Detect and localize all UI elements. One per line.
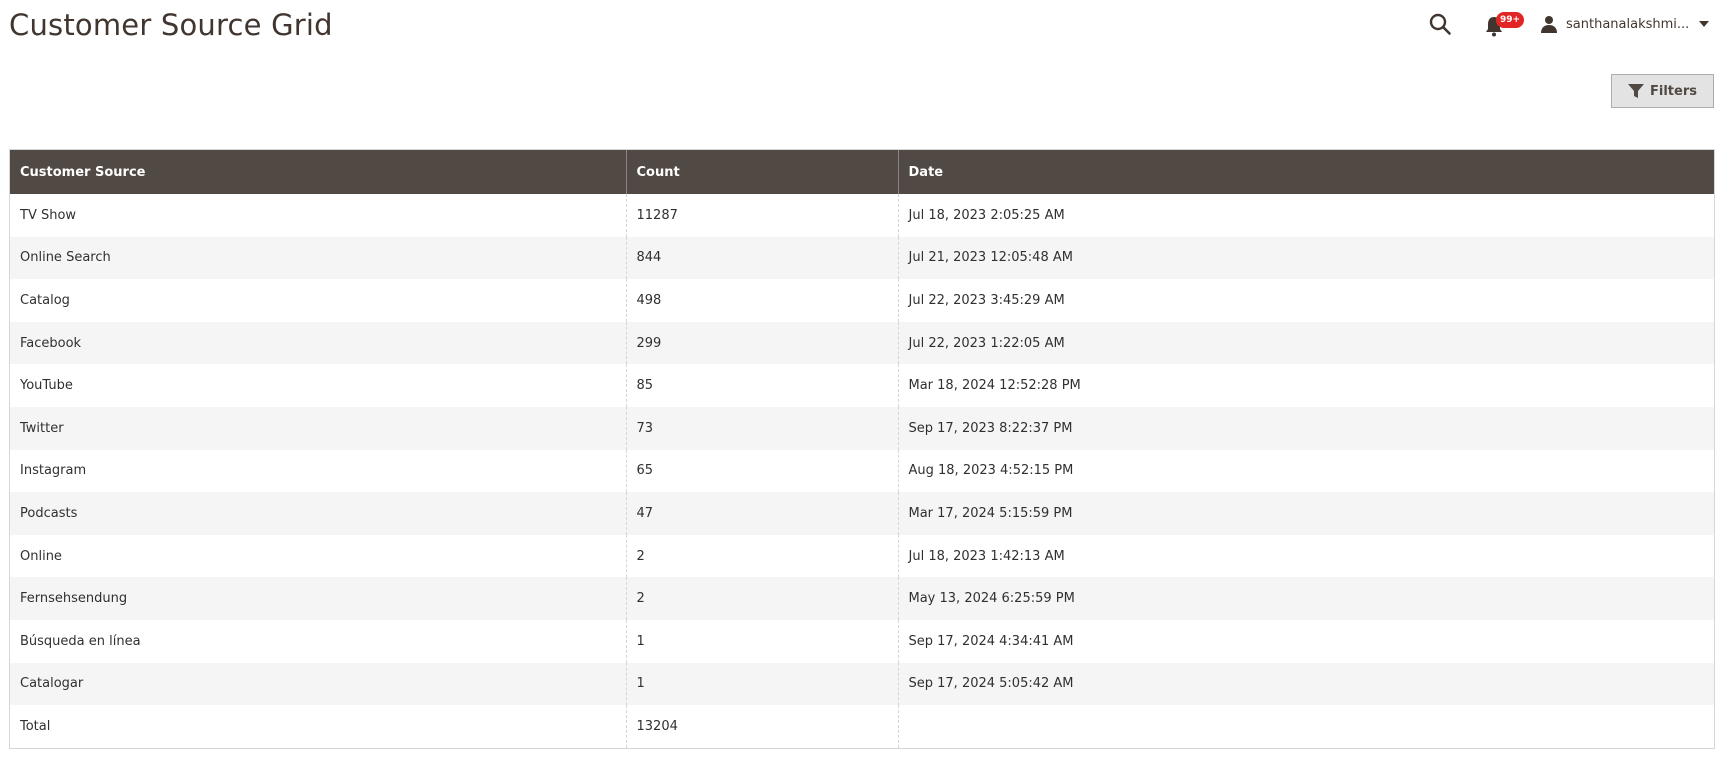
cell-count: 299 — [626, 321, 899, 365]
cell-source: Podcasts — [10, 492, 627, 535]
cell-source: Instagram — [10, 449, 627, 493]
column-header-count[interactable]: Count — [626, 150, 899, 194]
cell-date: Jul 22, 2023 1:22:05 AM — [898, 321, 1714, 365]
user-account-menu[interactable]: santhanalakshmi... — [1540, 10, 1710, 38]
filters-label: Filters — [1650, 83, 1697, 99]
filter-icon — [1628, 84, 1644, 98]
data-table: Customer Source Count Date TV Show 11287… — [10, 150, 1714, 748]
notification-badge: 99+ — [1496, 12, 1525, 28]
cell-count: 1 — [626, 662, 899, 706]
cell-count: 11287 — [626, 194, 899, 237]
table-row[interactable]: Instagram 65 Aug 18, 2023 4:52:15 PM — [10, 449, 1714, 493]
total-label: Total — [10, 705, 627, 748]
cell-source: YouTube — [10, 364, 627, 407]
cell-date: Sep 17, 2023 8:22:37 PM — [898, 406, 1714, 450]
table-total-row: Total 13204 — [10, 705, 1714, 748]
cell-source: Online Search — [10, 236, 627, 280]
page-title: Customer Source Grid — [9, 8, 333, 42]
cell-source: Catalogar — [10, 662, 627, 706]
cell-date: Mar 18, 2024 12:52:28 PM — [908, 378, 1081, 394]
cell-date: Aug 18, 2023 4:52:15 PM — [908, 463, 1074, 479]
cell-count: 47 — [626, 492, 899, 535]
caret-down-icon — [1699, 21, 1710, 27]
cell-count: 844 — [626, 236, 899, 280]
filters-button[interactable]: Filters — [1611, 74, 1714, 108]
cell-date: Jul 22, 2023 3:45:29 AM — [908, 292, 1065, 308]
cell-date: Sep 17, 2024 4:34:41 AM — [908, 633, 1074, 649]
cell-count: 65 — [626, 449, 899, 493]
cell-source: Catalog — [10, 279, 627, 322]
column-header-date[interactable]: Date — [898, 150, 1714, 194]
cell-count: 85 — [626, 364, 899, 407]
cell-source: Online — [10, 534, 627, 578]
cell-source: Fernsehsendung — [10, 577, 627, 620]
total-date — [898, 705, 1714, 748]
cell-date: May 13, 2024 6:25:59 PM — [898, 577, 1714, 620]
table-row[interactable]: Online 2 Jul 18, 2023 1:42:13 AM — [10, 534, 1714, 578]
cell-date: Jul 18, 2023 2:05:25 AM — [908, 207, 1065, 223]
cell-date: Sep 17, 2024 5:05:42 AM — [898, 662, 1714, 706]
user-name: santhanalakshmi... — [1566, 16, 1690, 32]
table-row[interactable]: Catalogar 1 Sep 17, 2024 5:05:42 AM — [10, 662, 1714, 706]
table-row[interactable]: Twitter 73 Sep 17, 2023 8:22:37 PM — [10, 406, 1714, 450]
cell-date: Mar 17, 2024 5:15:59 PM — [898, 492, 1714, 535]
table-header-row: Customer Source Count Date — [10, 150, 1714, 194]
cell-count: 1 — [626, 619, 899, 663]
search-icon — [1429, 13, 1451, 35]
cell-source: TV Show — [10, 194, 627, 237]
table-row[interactable]: Búsqueda en línea 1 Sep 17, 2024 4:34:41… — [10, 619, 1714, 663]
total-count: 13204 — [626, 705, 899, 748]
cell-count: 2 — [626, 577, 899, 620]
table-row[interactable]: Podcasts 47 Mar 17, 2024 5:15:59 PM — [10, 492, 1714, 535]
column-header-customer-source[interactable]: Customer Source — [10, 150, 627, 194]
customer-source-grid: Customer Source Count Date TV Show 11287… — [9, 149, 1715, 749]
table-row[interactable]: TV Show 11287 Jul 18, 2023 2:05:25 AM — [10, 194, 1714, 237]
cell-source: Búsqueda en línea — [10, 619, 627, 663]
cell-date: Jul 21, 2023 12:05:48 AM — [898, 236, 1714, 280]
search-button[interactable] — [1428, 12, 1456, 40]
cell-source: Facebook — [10, 321, 627, 365]
cell-date: Jul 18, 2023 1:42:13 AM — [908, 548, 1065, 564]
cell-source: Twitter — [10, 406, 627, 450]
table-row[interactable]: Online Search 844 Jul 21, 2023 12:05:48 … — [10, 236, 1714, 280]
table-row[interactable]: Fernsehsendung 2 May 13, 2024 6:25:59 PM — [10, 577, 1714, 620]
table-row[interactable]: Facebook 299 Jul 22, 2023 1:22:05 AM — [10, 321, 1714, 365]
cell-count: 2 — [626, 534, 899, 578]
cell-count: 498 — [626, 279, 899, 322]
table-row[interactable]: Catalog 498 Jul 22, 2023 3:45:29 AM — [10, 279, 1714, 322]
cell-count: 73 — [626, 406, 899, 450]
user-icon — [1541, 16, 1557, 33]
table-row[interactable]: YouTube 85 Mar 18, 2024 12:52:28 PM — [10, 364, 1714, 407]
